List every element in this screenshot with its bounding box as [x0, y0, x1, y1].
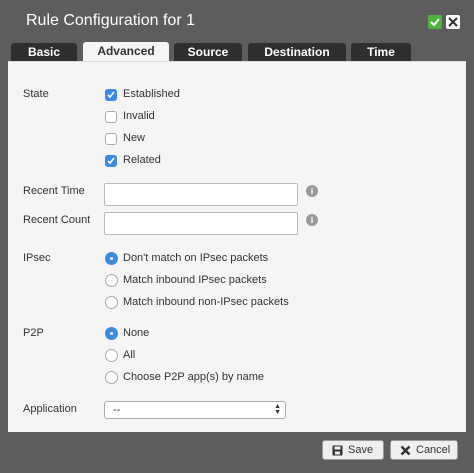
ipsec-label: IPsec: [23, 252, 51, 264]
dialog-title: Rule Configuration for 1: [26, 12, 195, 29]
cancel-button[interactable]: Cancel: [390, 440, 458, 460]
recent-count-label: Recent Count: [23, 214, 91, 226]
p2p-all-radio[interactable]: [105, 349, 118, 362]
p2p-none-radio[interactable]: [105, 327, 118, 340]
related-label: Related: [123, 154, 161, 166]
cancel-label: Cancel: [416, 444, 451, 456]
state-label: State: [23, 88, 49, 100]
application-select-value: --: [113, 404, 121, 416]
rule-config-dialog: Rule Configuration for 1 Basic Advanced …: [0, 0, 474, 473]
ipsec-inbound-label: Match inbound IPsec packets: [123, 274, 267, 286]
recent-time-input[interactable]: [104, 183, 298, 206]
p2p-none-label: None: [123, 327, 150, 339]
tab-destination[interactable]: Destination: [248, 43, 346, 62]
save-label: Save: [348, 444, 374, 456]
p2p-label: P2P: [23, 327, 44, 339]
tab-time[interactable]: Time: [351, 43, 411, 62]
title-bar: Rule Configuration for 1: [0, 0, 474, 40]
related-checkbox[interactable]: [105, 155, 117, 167]
advanced-panel: State Established Invalid New Related Re…: [8, 61, 466, 433]
save-icon: [332, 445, 343, 459]
close-icon[interactable]: [446, 15, 460, 29]
invalid-label: Invalid: [123, 110, 155, 122]
p2p-by-name-label: Choose P2P app(s) by name: [123, 371, 265, 383]
ipsec-dont-match-radio[interactable]: [105, 252, 118, 265]
p2p-all-label: All: [123, 349, 136, 361]
recent-time-label: Recent Time: [23, 185, 85, 197]
ipsec-dont-match-label: Don't match on IPsec packets: [123, 252, 269, 264]
tab-basic[interactable]: Basic: [11, 43, 77, 62]
tab-source[interactable]: Source: [174, 43, 242, 62]
recent-count-input[interactable]: [104, 212, 298, 235]
select-arrows-icon: ▲ ▼: [274, 403, 281, 416]
cancel-icon: [400, 445, 411, 459]
invalid-checkbox[interactable]: [105, 111, 117, 123]
ipsec-non-ipsec-radio[interactable]: [105, 296, 118, 309]
new-label: New: [123, 132, 146, 144]
established-label: Established: [123, 88, 180, 100]
application-label: Application: [23, 403, 77, 415]
established-checkbox[interactable]: [105, 89, 117, 101]
ipsec-inbound-radio[interactable]: [105, 274, 118, 287]
tab-advanced[interactable]: Advanced: [83, 42, 169, 62]
application-select[interactable]: -- ▲ ▼: [104, 401, 286, 419]
recent-count-info-icon[interactable]: i: [306, 214, 318, 226]
new-checkbox[interactable]: [105, 133, 117, 145]
save-button[interactable]: Save: [322, 440, 384, 460]
recent-time-info-icon[interactable]: i: [306, 185, 318, 197]
ipsec-non-ipsec-label: Match inbound non-IPsec packets: [123, 296, 289, 308]
check-icon[interactable]: [428, 15, 442, 29]
p2p-by-name-radio[interactable]: [105, 371, 118, 384]
